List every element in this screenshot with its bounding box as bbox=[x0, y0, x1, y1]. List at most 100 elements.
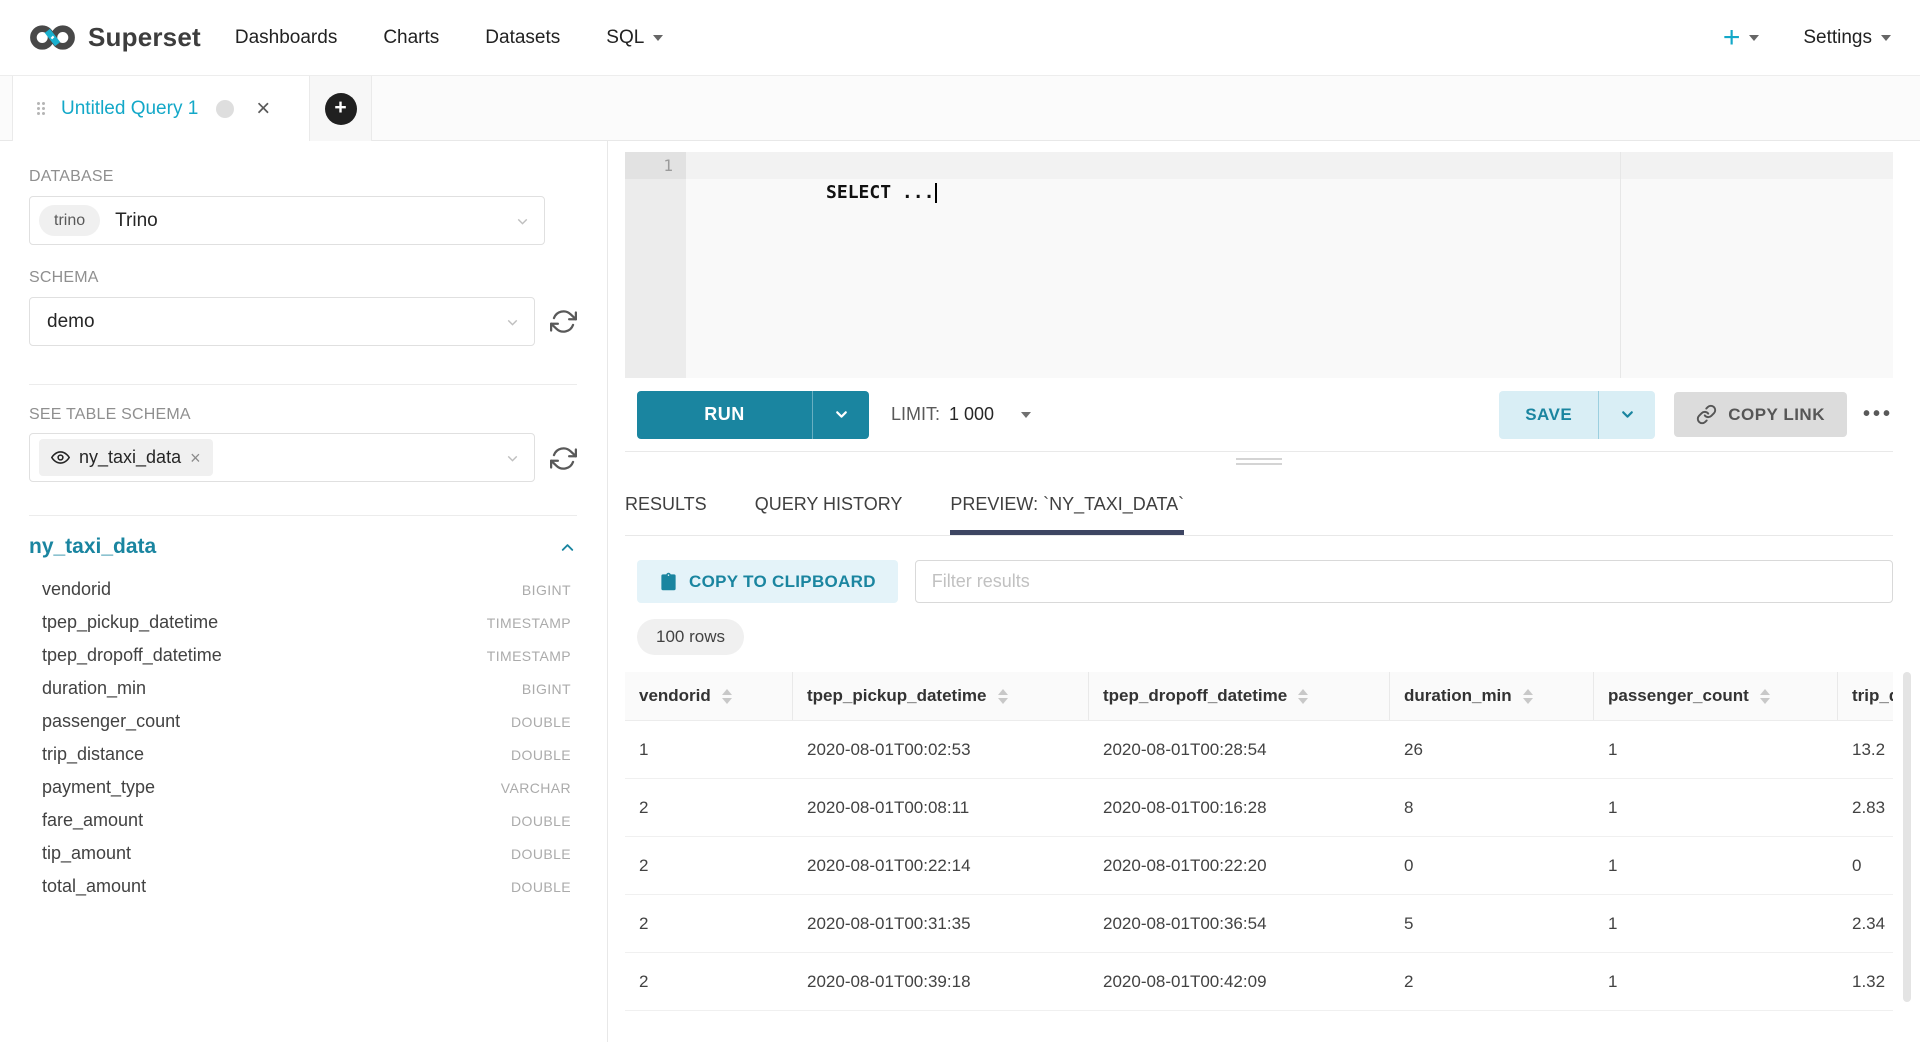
chevron-down-icon bbox=[504, 314, 521, 336]
vertical-scrollbar[interactable] bbox=[1903, 672, 1911, 1002]
remove-table-icon[interactable]: × bbox=[190, 449, 201, 467]
limit-label: LIMIT: bbox=[891, 404, 940, 425]
refresh-tables-icon[interactable] bbox=[550, 445, 577, 472]
query-tab-strip: Untitled Query 1 × + bbox=[0, 76, 1920, 141]
pane-drag-handle[interactable] bbox=[1236, 458, 1282, 465]
column-header-trip-distance[interactable]: trip_distance bbox=[1838, 672, 1893, 720]
table-cell: 2020-08-01T00:08:11 bbox=[793, 779, 1089, 836]
sql-editor[interactable]: 1 SELECT ... bbox=[625, 152, 1893, 378]
schema-column-row: trip_distanceDOUBLE bbox=[29, 738, 577, 771]
sort-icon[interactable] bbox=[1523, 689, 1533, 704]
table-cell: 2 bbox=[625, 779, 793, 836]
column-name: total_amount bbox=[29, 876, 146, 897]
copy-link-button[interactable]: COPY LINK bbox=[1674, 392, 1847, 437]
schema-column-row: vendoridBIGINT bbox=[29, 573, 577, 606]
table-cell: 2.83 bbox=[1838, 779, 1893, 836]
print-margin-line bbox=[1620, 152, 1621, 378]
schema-select[interactable]: demo bbox=[29, 297, 535, 346]
tab-preview-ny-taxi-data[interactable]: PREVIEW: `NY_TAXI_DATA` bbox=[950, 494, 1184, 535]
table-cell: 2020-08-01T00:16:28 bbox=[1089, 779, 1390, 836]
table-cell: 2020-08-01T00:28:54 bbox=[1089, 721, 1390, 778]
nav-item-label: Dashboards bbox=[235, 27, 337, 49]
column-header-tpep-dropoff-datetime[interactable]: tpep_dropoff_datetime bbox=[1089, 672, 1390, 720]
refresh-schemas-icon[interactable] bbox=[550, 308, 577, 335]
chevron-down-icon bbox=[1021, 412, 1031, 418]
tab-query-history[interactable]: QUERY HISTORY bbox=[755, 494, 903, 535]
schema-label: SCHEMA bbox=[29, 269, 577, 287]
column-name: passenger_count bbox=[29, 711, 180, 732]
run-dropdown-button[interactable] bbox=[813, 391, 869, 439]
line-number: 1 bbox=[625, 152, 686, 179]
run-button[interactable]: RUN bbox=[637, 391, 869, 439]
add-tab-button[interactable]: + bbox=[325, 93, 357, 125]
nav-item-dashboards[interactable]: Dashboards bbox=[235, 27, 337, 49]
table-row: 12020-08-01T00:02:532020-08-01T00:28:542… bbox=[625, 721, 1893, 779]
settings-menu-button[interactable]: Settings bbox=[1803, 27, 1891, 49]
editor-toolbar: RUN LIMIT: 1 000 SAVE bbox=[625, 378, 1893, 452]
table-row: 22020-08-01T00:39:182020-08-01T00:42:092… bbox=[625, 953, 1893, 1011]
column-header-vendorid[interactable]: vendorid bbox=[625, 672, 793, 720]
query-tab-active[interactable]: Untitled Query 1 × bbox=[12, 76, 310, 141]
column-type: DOUBLE bbox=[511, 879, 571, 895]
sort-icon[interactable] bbox=[1298, 689, 1308, 704]
collapse-chevron-up-icon[interactable] bbox=[558, 538, 577, 557]
infinity-logo-icon bbox=[29, 23, 76, 52]
table-cell: 1 bbox=[1594, 779, 1838, 836]
column-header-duration-min[interactable]: duration_min bbox=[1390, 672, 1594, 720]
table-cell: 1 bbox=[1594, 721, 1838, 778]
column-type: BIGINT bbox=[522, 681, 571, 697]
navbar-right: + Settings bbox=[1723, 23, 1891, 53]
superset-logo[interactable]: Superset bbox=[29, 22, 201, 53]
database-select[interactable]: trino Trino bbox=[29, 196, 545, 245]
sqllab-main: 1 SELECT ... RUN bbox=[608, 141, 1920, 1042]
column-header-tpep-pickup-datetime[interactable]: tpep_pickup_datetime bbox=[793, 672, 1089, 720]
table-columns-list: vendoridBIGINTtpep_pickup_datetimeTIMEST… bbox=[29, 573, 577, 903]
navbar: Superset Dashboards Charts Datasets SQL + S… bbox=[0, 0, 1920, 76]
filter-results-input[interactable] bbox=[915, 560, 1893, 603]
column-name: vendorid bbox=[29, 579, 111, 600]
copy-to-clipboard-button[interactable]: COPY TO CLIPBOARD bbox=[637, 560, 898, 603]
nav-item-sql[interactable]: SQL bbox=[606, 27, 663, 49]
table-cell: 2 bbox=[1390, 953, 1594, 1010]
editor-gutter: 1 bbox=[625, 152, 686, 378]
table-cell: 2.34 bbox=[1838, 895, 1893, 952]
table-cell: 2020-08-01T00:42:09 bbox=[1089, 953, 1390, 1010]
table-cell: 2 bbox=[625, 895, 793, 952]
schema-column-row: payment_typeVARCHAR bbox=[29, 771, 577, 804]
table-schema-header: ny_taxi_data bbox=[29, 535, 577, 559]
nav-item-datasets[interactable]: Datasets bbox=[485, 27, 560, 49]
save-button[interactable]: SAVE bbox=[1499, 391, 1655, 439]
sort-icon[interactable] bbox=[722, 689, 732, 704]
table-row: 22020-08-01T00:08:112020-08-01T00:16:288… bbox=[625, 779, 1893, 837]
table-cell: 2020-08-01T00:22:20 bbox=[1089, 837, 1390, 894]
chevron-down-icon bbox=[653, 35, 663, 41]
sort-icon[interactable] bbox=[1760, 689, 1770, 704]
tab-results[interactable]: RESULTS bbox=[625, 494, 707, 535]
schema-value: demo bbox=[39, 311, 95, 333]
table-cell: 1 bbox=[1594, 895, 1838, 952]
drag-grip-icon[interactable] bbox=[37, 102, 45, 115]
new-menu-button[interactable]: + bbox=[1723, 23, 1760, 53]
column-header-label: vendorid bbox=[639, 686, 711, 706]
table-name-link[interactable]: ny_taxi_data bbox=[29, 535, 156, 559]
copy-to-clipboard-label: COPY TO CLIPBOARD bbox=[689, 572, 876, 592]
column-header-passenger-count[interactable]: passenger_count bbox=[1594, 672, 1838, 720]
settings-label: Settings bbox=[1803, 27, 1872, 49]
nav-item-charts[interactable]: Charts bbox=[383, 27, 439, 49]
nav-item-label: SQL bbox=[606, 27, 644, 49]
more-menu-button[interactable]: ••• bbox=[1863, 403, 1893, 426]
save-dropdown-button[interactable] bbox=[1599, 391, 1655, 439]
database-label: DATABASE bbox=[29, 168, 577, 186]
column-name: tpep_dropoff_datetime bbox=[29, 645, 222, 666]
column-type: VARCHAR bbox=[501, 780, 571, 796]
close-tab-icon[interactable]: × bbox=[256, 97, 270, 121]
column-name: duration_min bbox=[29, 678, 146, 699]
table-cell: 1 bbox=[625, 721, 793, 778]
table-cell: 13.2 bbox=[1838, 721, 1893, 778]
sort-icon[interactable] bbox=[998, 689, 1008, 704]
editor-code-area[interactable]: SELECT ... bbox=[686, 152, 1893, 378]
schema-column-row: passenger_countDOUBLE bbox=[29, 705, 577, 738]
limit-dropdown[interactable]: LIMIT: 1 000 bbox=[891, 404, 1031, 425]
table-schema-select[interactable]: ny_taxi_data × bbox=[29, 433, 535, 482]
column-header-label: passenger_count bbox=[1608, 686, 1749, 706]
